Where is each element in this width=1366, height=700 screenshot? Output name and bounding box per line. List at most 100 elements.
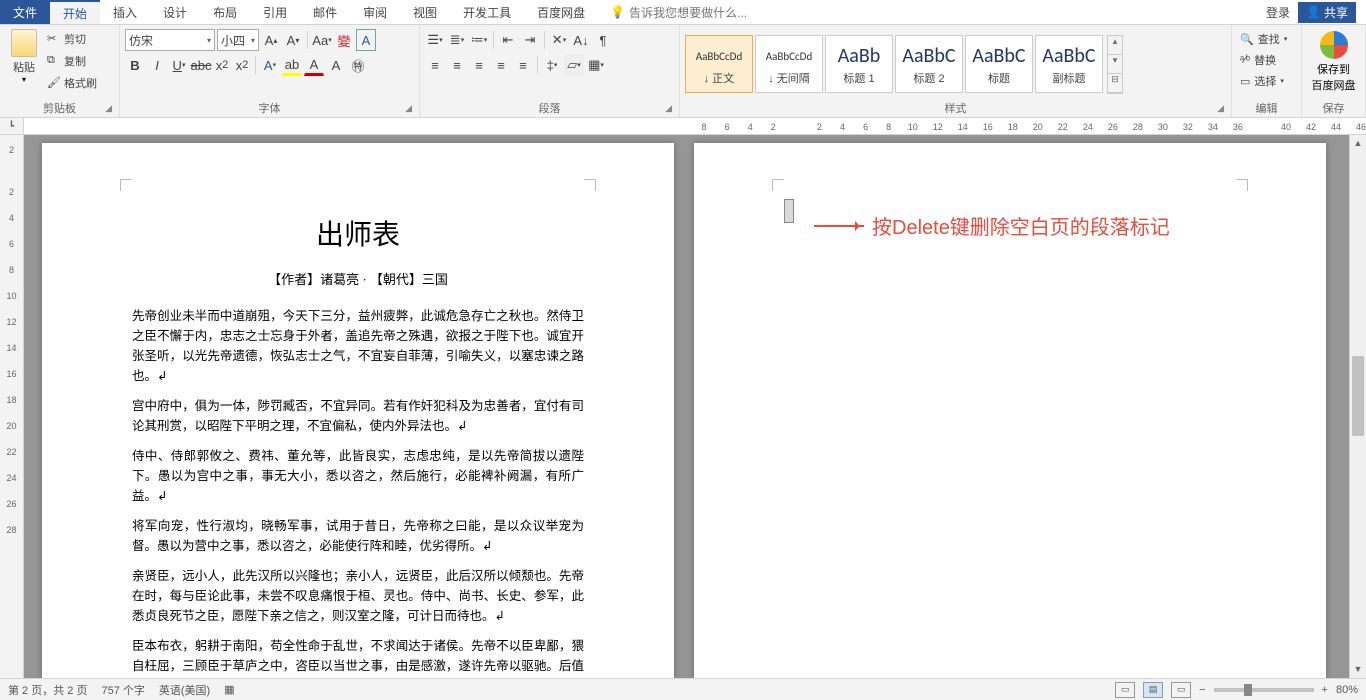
char-shading-button[interactable]: A [326, 54, 346, 76]
document-scroll[interactable]: 出师表 【作者】诸葛亮 · 【朝代】三国 先帝创业未半而中道崩殂，今天下三分，益… [24, 135, 1366, 678]
tab-developer[interactable]: 开发工具 [450, 0, 524, 24]
styles-more-button[interactable]: ▴▾⊟ [1107, 35, 1123, 94]
highlight-button[interactable]: ab [282, 54, 302, 76]
share-button[interactable]: 👤 共享 [1298, 2, 1356, 23]
scroll-up-icon[interactable]: ▲ [1350, 135, 1366, 152]
login-link[interactable]: 登录 [1266, 4, 1290, 21]
justify-button[interactable]: ≡ [491, 54, 511, 76]
enclose-char-button[interactable]: ㊕ [348, 54, 368, 76]
asian-layout-button[interactable]: ✕▾ [549, 29, 569, 51]
tab-layout[interactable]: 布局 [200, 0, 250, 24]
line-spacing-button[interactable]: ‡▾ [542, 54, 562, 76]
format-painter-button[interactable]: 🖌格式刷 [47, 73, 97, 93]
style-4[interactable]: AaBbC标题 [965, 35, 1033, 93]
zoom-out-button[interactable]: − [1199, 684, 1205, 696]
copy-button[interactable]: ⧉复制 [47, 51, 97, 71]
paragraph[interactable]: 宫中府中，俱为一体，陟罚臧否，不宜异同。若有作奸犯科及为忠善者，宜付有司论其刑赏… [132, 396, 584, 436]
clipboard-dialog-launcher[interactable]: ◢ [105, 100, 112, 116]
zoom-slider[interactable] [1214, 688, 1314, 692]
sort-button[interactable]: A↓ [571, 29, 591, 51]
style-2[interactable]: AaBb标题 1 [825, 35, 893, 93]
align-right-button[interactable]: ≡ [469, 54, 489, 76]
paste-button[interactable]: 粘贴 ▾ [5, 27, 43, 84]
bold-button[interactable]: B [125, 54, 145, 76]
tab-insert[interactable]: 插入 [100, 0, 150, 24]
font-name-combo[interactable]: 仿宋▾ [125, 29, 215, 51]
find-button[interactable]: 🔍查找▾ [1237, 29, 1290, 49]
style-1[interactable]: AaBbCcDd↓ 无间隔 [755, 35, 823, 93]
multilevel-button[interactable]: ≔▾ [469, 29, 489, 51]
style-0[interactable]: AaBbCcDd↓ 正文 [685, 35, 753, 93]
page-2[interactable]: 按Delete键删除空白页的段落标记 [694, 143, 1326, 678]
numbering-button[interactable]: ≣▾ [447, 29, 467, 51]
font-color-button[interactable]: A [304, 54, 324, 76]
decrease-indent-button[interactable]: ⇤ [498, 29, 518, 51]
cursor-icon: ▭ [1240, 75, 1250, 88]
zoom-in-button[interactable]: + [1322, 684, 1328, 696]
paragraph[interactable]: 侍中、侍郎郭攸之、费祎、董允等，此皆良实，志虑忠纯，是以先帝简拔以遗陛下。愚以为… [132, 446, 584, 506]
document-title[interactable]: 出师表 [132, 213, 584, 253]
show-marks-button[interactable]: ¶ [593, 29, 613, 51]
paragraph[interactable]: 将军向宠，性行淑均，晓畅军事，试用于昔日，先帝称之曰能，是以众议举宠为督。愚以为… [132, 516, 584, 556]
zoom-level[interactable]: 80% [1336, 684, 1358, 696]
tab-file[interactable]: 文件 [0, 0, 50, 24]
shading-button[interactable]: ▱▾ [564, 54, 584, 76]
tab-design[interactable]: 设计 [150, 0, 200, 24]
align-center-button[interactable]: ≡ [447, 54, 467, 76]
styles-dialog-launcher[interactable]: ◢ [1217, 100, 1224, 116]
phonetic-button[interactable]: 變 [334, 29, 354, 51]
tell-me-search[interactable]: 💡 告诉我您想要做什么... [610, 0, 747, 24]
macro-icon[interactable]: ▦ [224, 683, 234, 696]
web-layout-button[interactable]: ▭ [1171, 682, 1191, 698]
italic-button[interactable]: I [147, 54, 167, 76]
shrink-font-button[interactable]: A▾ [283, 29, 303, 51]
font-size-combo[interactable]: 小四▾ [217, 29, 259, 51]
style-3[interactable]: AaBbC标题 2 [895, 35, 963, 93]
read-mode-button[interactable]: ▭ [1115, 682, 1135, 698]
crop-mark [584, 179, 596, 191]
ruler-corner[interactable]: ┗ [0, 118, 24, 134]
increase-indent-button[interactable]: ⇥ [520, 29, 540, 51]
borders-button[interactable]: ▦▾ [586, 54, 606, 76]
bullets-button[interactable]: ☰▾ [425, 29, 445, 51]
select-button[interactable]: ▭选择▾ [1237, 71, 1290, 91]
scroll-down-icon[interactable]: ▼ [1350, 661, 1366, 678]
text-effects-button[interactable]: A▾ [260, 54, 280, 76]
change-case-button[interactable]: Aa▾ [312, 29, 332, 51]
print-layout-button[interactable]: ▤ [1143, 682, 1163, 698]
paragraph[interactable]: 臣本布衣，躬耕于南阳，苟全性命于乱世，不求闻达于诸侯。先帝不以臣卑鄙，猥自枉屈，… [132, 636, 584, 678]
save-baidu-button[interactable]: 保存到 百度网盘 [1307, 27, 1360, 93]
paragraph[interactable]: 亲贤臣，远小人，此先汉所以兴隆也；亲小人，远贤臣，此后汉所以倾颓也。先帝在时，每… [132, 566, 584, 626]
superscript-button[interactable]: x2 [233, 54, 251, 76]
word-count[interactable]: 757 个字 [101, 682, 144, 698]
font-dialog-launcher[interactable]: ◢ [405, 100, 412, 116]
scroll-thumb[interactable] [1352, 356, 1364, 436]
document-subtitle[interactable]: 【作者】诸葛亮 · 【朝代】三国 [132, 269, 584, 288]
tab-home[interactable]: 开始 [50, 0, 100, 24]
tab-baidu[interactable]: 百度网盘 [524, 0, 598, 24]
vertical-ruler[interactable]: 2246810121416182022242628 [0, 135, 24, 678]
page-count[interactable]: 第 2 页，共 2 页 [8, 682, 87, 698]
distribute-button[interactable]: ≡ [513, 54, 533, 76]
style-5[interactable]: AaBbC副标题 [1035, 35, 1103, 93]
replace-button[interactable]: ᵃ⁄ᵇ替换 [1237, 50, 1290, 70]
tab-references[interactable]: 引用 [250, 0, 300, 24]
align-left-button[interactable]: ≡ [425, 54, 445, 76]
tab-mailings[interactable]: 邮件 [300, 0, 350, 24]
tab-review[interactable]: 审阅 [350, 0, 400, 24]
strikethrough-button[interactable]: abc [191, 54, 211, 76]
paragraph[interactable]: 先帝创业未半而中道崩殂，今天下三分，益州疲弊，此诚危急存亡之秋也。然侍卫之臣不懈… [132, 306, 584, 386]
vertical-scrollbar[interactable]: ▲ ▼ [1349, 135, 1366, 678]
language-status[interactable]: 英语(美国) [159, 682, 210, 698]
ruler-page2[interactable]: 8642246810121416182022242628303234364042… [700, 118, 1366, 135]
char-border-button[interactable]: A [356, 29, 376, 51]
grow-font-button[interactable]: A▴ [261, 29, 281, 51]
cut-button[interactable]: ✂剪切 [47, 29, 97, 49]
page-1[interactable]: 出师表 【作者】诸葛亮 · 【朝代】三国 先帝创业未半而中道崩殂，今天下三分，益… [42, 143, 674, 678]
subscript-button[interactable]: x2 [213, 54, 231, 76]
paragraph-mark-selection[interactable] [784, 199, 794, 223]
underline-button[interactable]: U▾ [169, 54, 189, 76]
tab-view[interactable]: 视图 [400, 0, 450, 24]
status-bar: 第 2 页，共 2 页 757 个字 英语(美国) ▦ ▭ ▤ ▭ − + 80… [0, 678, 1366, 700]
paragraph-dialog-launcher[interactable]: ◢ [665, 100, 672, 116]
